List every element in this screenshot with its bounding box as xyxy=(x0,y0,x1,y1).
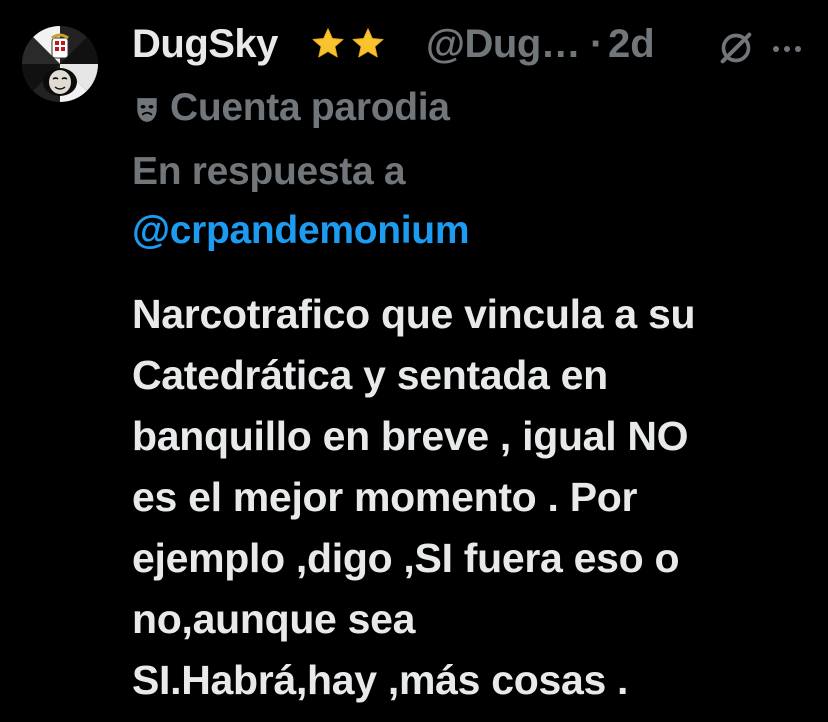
display-name[interactable]: DugSky xyxy=(132,22,278,67)
parody-label: Cuenta parodia xyxy=(170,86,450,129)
tweet-content: DugSky @Dug… · 2d Cuenta parodia En resp… xyxy=(132,18,812,711)
tweet-header: DugSky @Dug… · 2d xyxy=(132,18,812,76)
theater-mask-icon xyxy=(137,98,157,122)
name-badges xyxy=(310,26,386,62)
reply-context-label: En respuesta a xyxy=(132,150,406,193)
tweet-text-line: Narcotrafico que vincula a su xyxy=(132,291,696,337)
tweet-text-line: es el mejor momento . Por xyxy=(132,474,638,520)
tweet-text: Narcotrafico que vincula a su Catedrátic… xyxy=(132,284,812,711)
tweet-text-line: ejemplo ,digo ,SI fuera eso o xyxy=(132,535,680,581)
tweet-text-line: no,aunque sea xyxy=(132,596,416,642)
tweet-text-line: SI.Habrá,hay ,más cosas . xyxy=(132,657,629,703)
reply-to-mention[interactable]: @crpandemonium xyxy=(132,204,470,258)
tweet-timestamp[interactable]: 2d xyxy=(608,22,655,67)
tweet-text-line: Catedrática y sentada en xyxy=(132,352,608,398)
star-emoji-icon xyxy=(312,28,344,58)
separator-dot: · xyxy=(590,22,604,66)
grok-slash-icon[interactable] xyxy=(716,28,756,68)
avatar[interactable] xyxy=(22,26,98,102)
tweet[interactable]: DugSky @Dug… · 2d Cuenta parodia En resp… xyxy=(0,0,828,722)
user-handle[interactable]: @Dug… xyxy=(426,22,581,67)
tweet-text-line: banquillo en breve , igual NO xyxy=(132,413,689,459)
star-emoji-icon xyxy=(352,28,384,58)
avatar-image xyxy=(22,26,98,102)
more-dots-icon[interactable] xyxy=(772,44,802,54)
parody-account-label: Cuenta parodia xyxy=(132,84,812,134)
